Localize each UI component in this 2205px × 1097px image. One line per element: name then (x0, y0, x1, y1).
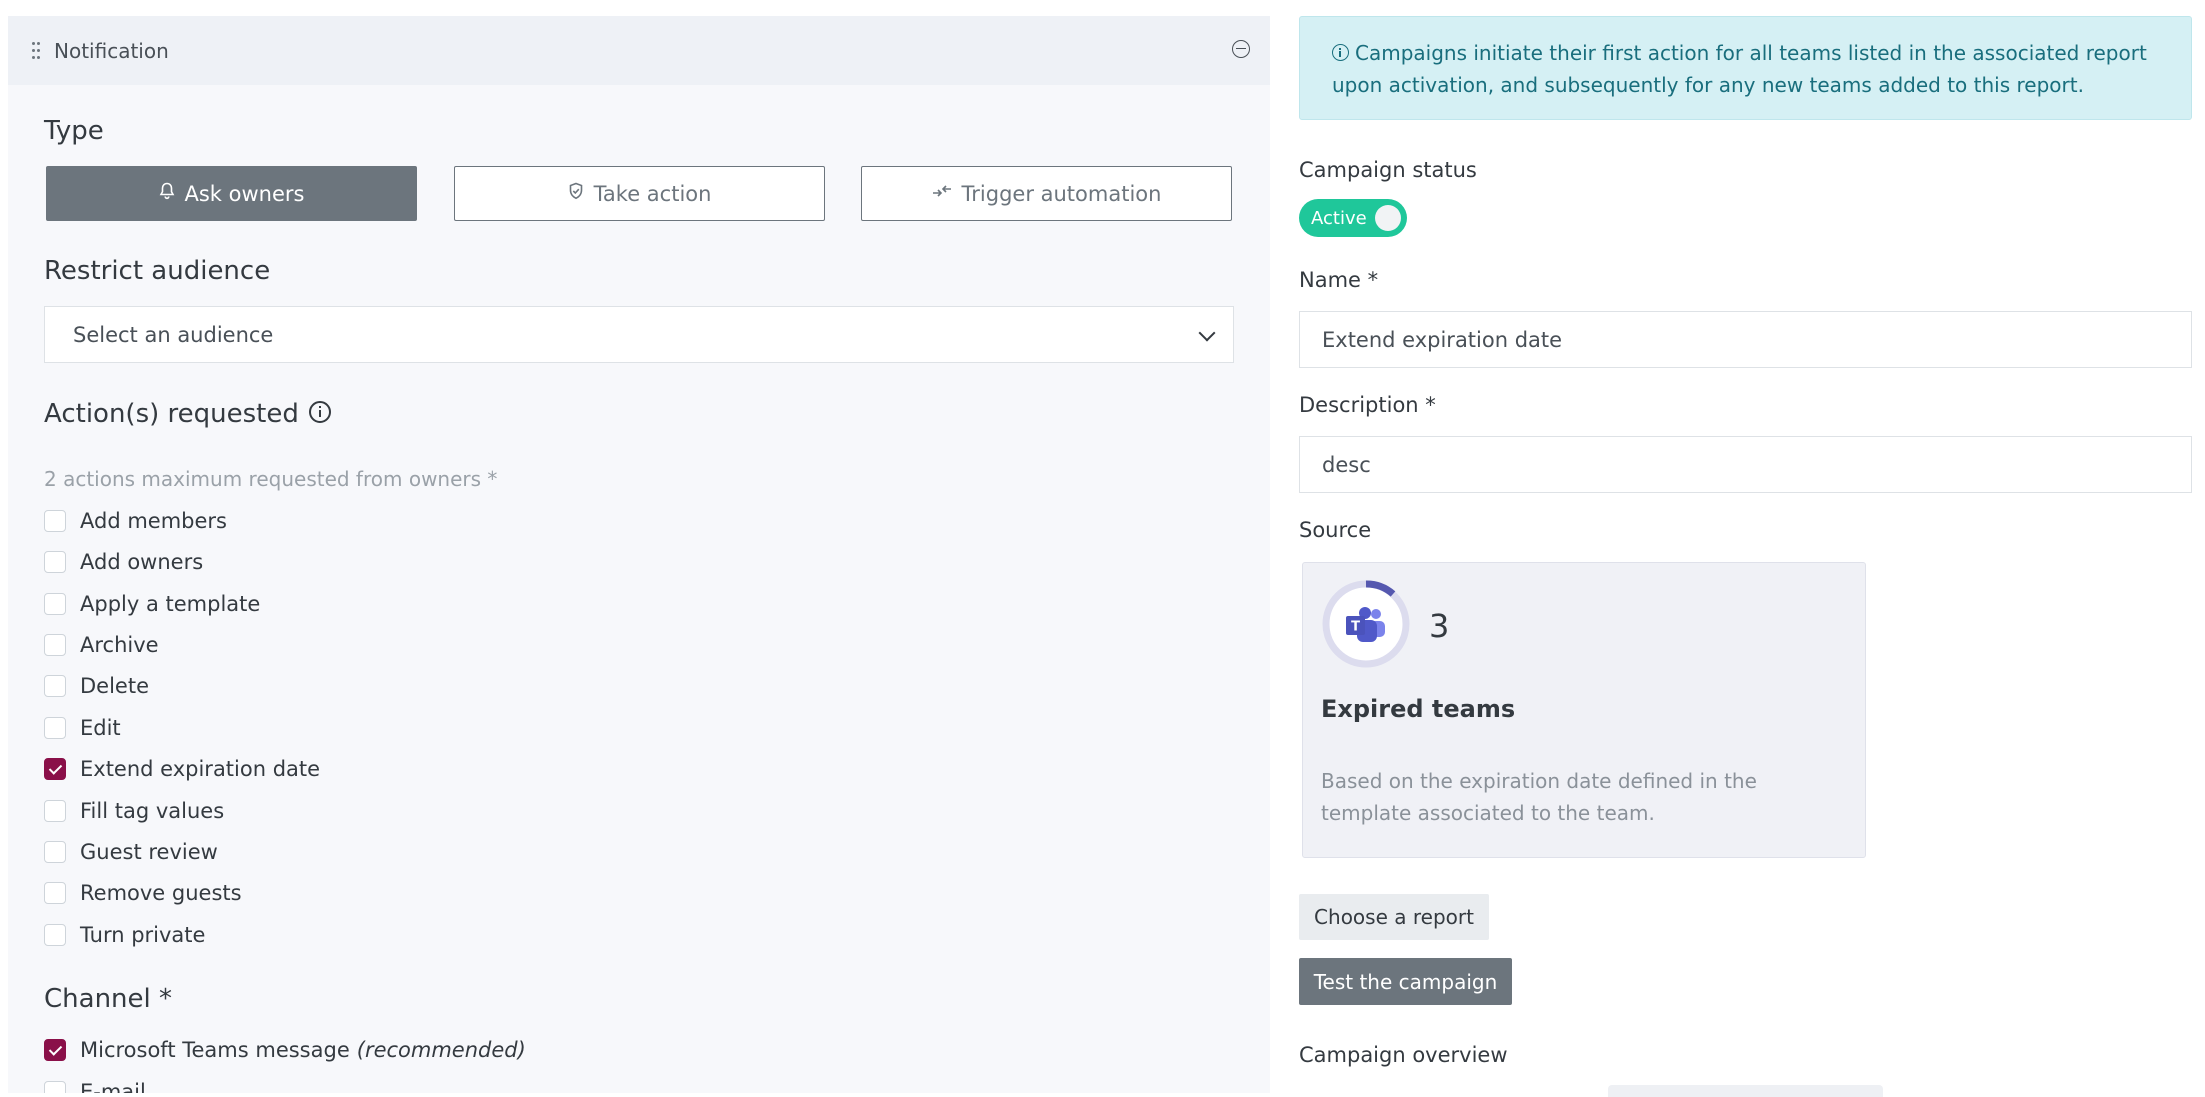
test-campaign-button[interactable]: Test the campaign (1299, 958, 1512, 1005)
checkbox-label: Apply a template (80, 592, 261, 616)
choose-report-button[interactable]: Choose a report (1299, 894, 1489, 940)
checkbox[interactable] (44, 717, 66, 739)
info-icon (1332, 44, 1349, 61)
notification-panel-header: Notification (8, 16, 1270, 85)
source-count: 3 (1429, 607, 1450, 645)
action-checkbox-archive[interactable]: Archive (44, 630, 159, 660)
actions-section-title: Action(s) requested (44, 399, 331, 429)
svg-text:T: T (1351, 620, 1360, 635)
action-checkbox-remove-guests[interactable]: Remove guests (44, 878, 242, 908)
channel-checkbox-email[interactable]: E-mail (44, 1077, 146, 1093)
campaign-status-label: Campaign status (1299, 158, 1477, 182)
bell-icon (159, 182, 175, 205)
audience-select-value: Select an audience (73, 322, 274, 347)
campaign-status-toggle[interactable]: Active (1299, 199, 1407, 237)
description-label: Description * (1299, 393, 1436, 417)
checkbox-label: Turn private (80, 923, 206, 947)
info-alert: Campaigns initiate their first action fo… (1299, 16, 2192, 120)
shield-check-icon (568, 182, 584, 205)
checkbox-label: Fill tag values (80, 799, 225, 823)
action-checkbox-delete[interactable]: Delete (44, 671, 149, 701)
type-option-label: Trigger automation (961, 181, 1162, 206)
checkbox[interactable] (44, 551, 66, 573)
action-checkbox-add-owners[interactable]: Add owners (44, 547, 203, 577)
action-checkbox-fill-tag-values[interactable]: Fill tag values (44, 796, 224, 826)
audience-select[interactable]: Select an audience (44, 306, 1234, 363)
source-card[interactable]: T 3 Expired teams Based on the expiratio… (1302, 562, 1866, 858)
type-take-action-button[interactable]: Take action (454, 166, 825, 221)
panel-title: Notification (54, 38, 169, 63)
campaign-overview-label: Campaign overview (1299, 1043, 1508, 1067)
checkbox-label: Add owners (80, 550, 204, 574)
arrows-icon (932, 183, 952, 204)
source-label: Source (1299, 518, 1372, 542)
source-description: Based on the expiration date defined in … (1321, 769, 1757, 825)
checkbox-label: Archive (80, 633, 159, 657)
chevron-down-icon (1198, 324, 1216, 342)
checkbox-label: Edit (80, 716, 121, 740)
name-label: Name * (1299, 268, 1379, 292)
info-icon[interactable] (308, 400, 331, 423)
collapse-icon[interactable] (1232, 40, 1250, 58)
drag-handle-icon[interactable] (32, 41, 40, 60)
source-title: Expired teams (1321, 695, 1516, 723)
checkbox-label: Microsoft Teams message (80, 1038, 350, 1062)
action-checkbox-guest-review[interactable]: Guest review (44, 837, 218, 867)
type-ask-owners-button[interactable]: Ask owners (46, 166, 417, 221)
teams-logo-icon: T (1346, 607, 1385, 642)
checkbox[interactable] (44, 800, 66, 822)
overview-card (1608, 1085, 1883, 1097)
type-option-label: Take action (593, 181, 712, 206)
checkbox-label: Remove guests (80, 881, 242, 905)
description-input[interactable] (1299, 436, 2192, 493)
type-section-title: Type (44, 116, 104, 146)
toggle-knob (1375, 205, 1401, 231)
actions-hint: 2 actions maximum requested from owners … (44, 467, 498, 491)
actions-title-text: Action(s) requested (44, 399, 299, 429)
notification-panel: Notification Type Ask owners Take action… (8, 16, 1270, 1093)
action-checkbox-apply-template[interactable]: Apply a template (44, 589, 260, 619)
action-checkbox-extend-expiration[interactable]: Extend expiration date (44, 754, 320, 784)
checkbox[interactable] (44, 924, 66, 946)
checkbox-label: E-mail (80, 1080, 146, 1093)
checkbox[interactable] (44, 882, 66, 904)
audience-section-title: Restrict audience (44, 256, 271, 286)
checkbox[interactable] (44, 675, 66, 697)
checkbox-checked[interactable] (44, 1039, 66, 1061)
checkbox[interactable] (44, 1081, 66, 1093)
checkbox-label: Extend expiration date (80, 757, 321, 781)
checkbox-label: Add members (80, 509, 227, 533)
toggle-text: Active (1311, 207, 1367, 229)
type-trigger-automation-button[interactable]: Trigger automation (861, 166, 1232, 221)
checkbox[interactable] (44, 593, 66, 615)
action-checkbox-add-members[interactable]: Add members (44, 506, 227, 536)
channel-section-title: Channel * (44, 984, 173, 1014)
checkbox[interactable] (44, 841, 66, 863)
checkbox-checked[interactable] (44, 758, 66, 780)
checkbox[interactable] (44, 634, 66, 656)
type-option-label: Ask owners (184, 181, 305, 206)
checkbox[interactable] (44, 510, 66, 532)
channel-checkbox-teams[interactable]: Microsoft Teams message (recommended) (44, 1035, 526, 1065)
checkbox-label: Delete (80, 674, 149, 698)
action-checkbox-turn-private[interactable]: Turn private (44, 920, 205, 950)
info-alert-text: Campaigns initiate their first action fo… (1332, 41, 2147, 97)
name-input[interactable] (1299, 311, 2192, 368)
recommended-tag: (recommended) (356, 1038, 526, 1062)
checkbox-label: Guest review (80, 840, 218, 864)
action-checkbox-edit[interactable]: Edit (44, 713, 121, 743)
